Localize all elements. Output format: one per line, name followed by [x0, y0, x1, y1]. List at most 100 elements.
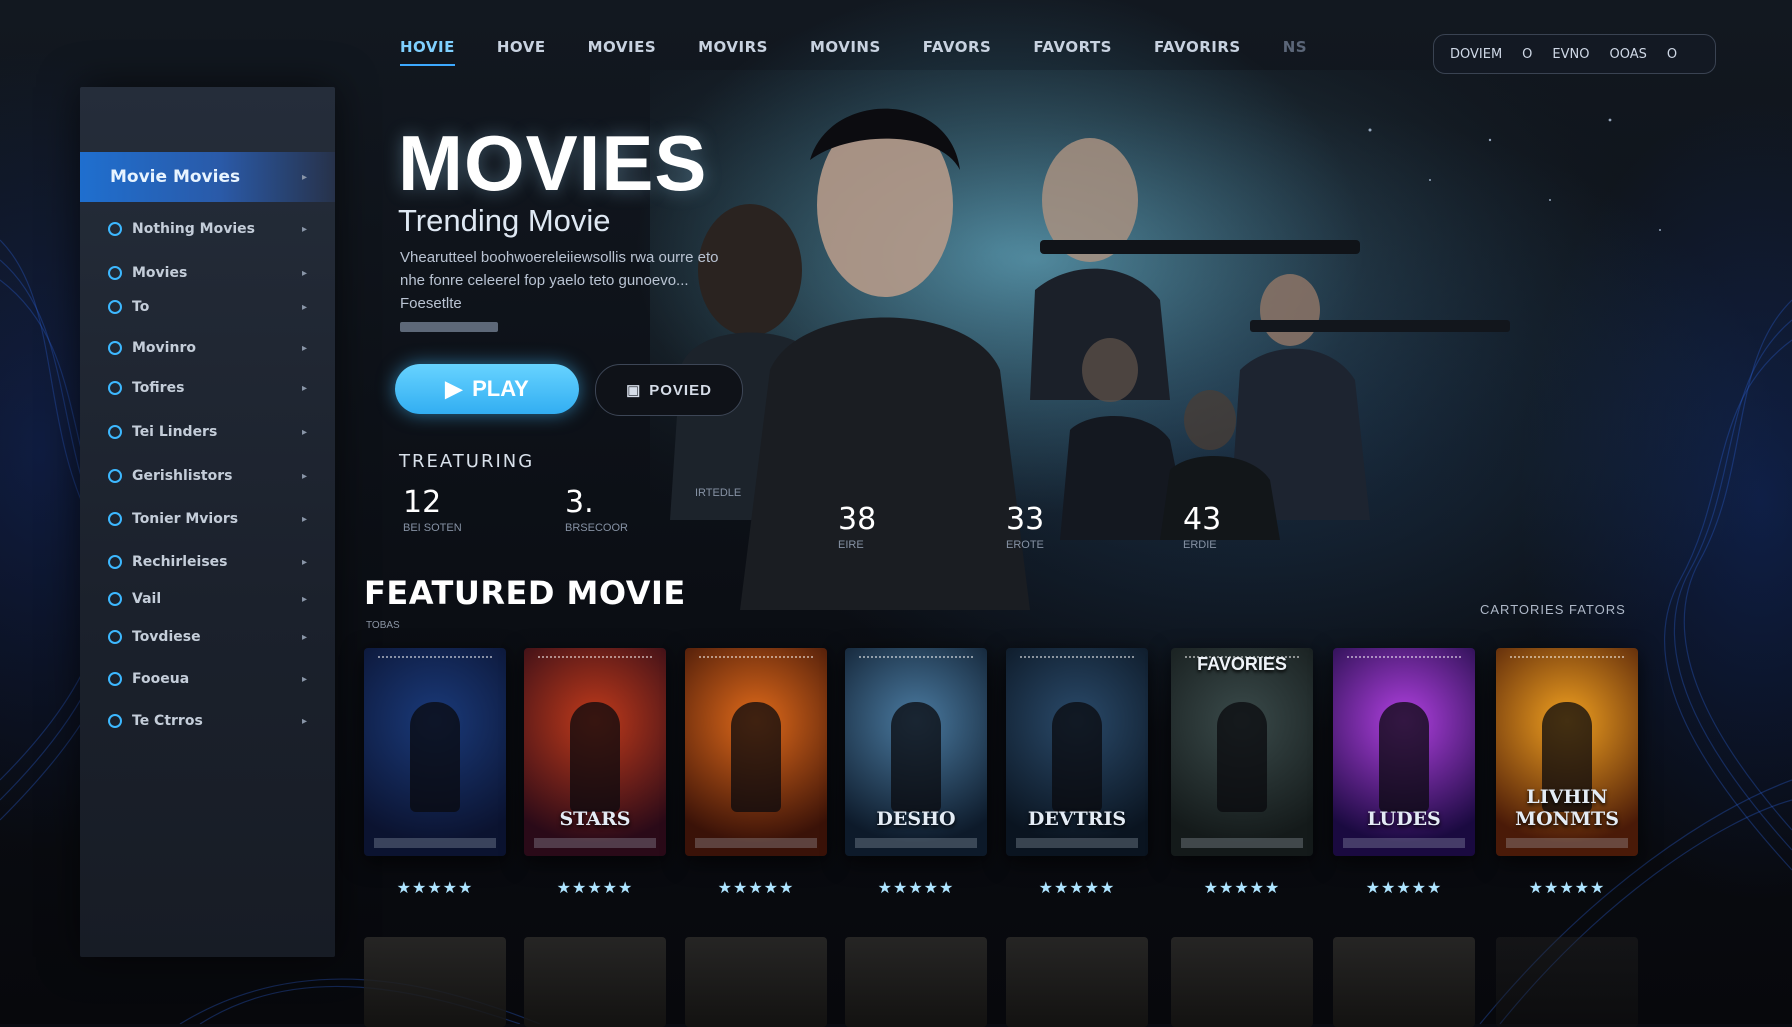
stat-value: 38	[838, 502, 877, 537]
play-button[interactable]: ▶ PLAY	[395, 364, 579, 414]
sidebar-item-label: Te Ctrros	[132, 713, 203, 729]
movie-card-8[interactable]: LIVHIN MONMTS	[1496, 648, 1638, 856]
top-right-item-5[interactable]: O	[1667, 47, 1677, 62]
poster-credits-line	[859, 656, 973, 662]
rating-stars: ★★★★★	[1203, 880, 1281, 897]
nav-item-6[interactable]: FAVORS	[923, 38, 992, 66]
categories-link[interactable]: CARTORIES FATORS	[1480, 602, 1626, 617]
chevron-right-icon: ▸	[301, 382, 307, 394]
stat-3: IRTEDLE	[695, 485, 741, 499]
poster-credits-strip	[1343, 838, 1465, 848]
chevron-right-icon: ▸	[301, 513, 307, 525]
bottom-thumbnail-3[interactable]	[685, 937, 827, 1027]
bottom-thumbnail-5[interactable]	[1006, 937, 1148, 1027]
bottom-thumbnail-8[interactable]	[1496, 937, 1638, 1027]
stat-label: EROTE	[1006, 539, 1044, 551]
preview-button[interactable]: ▣ POVIED	[595, 364, 743, 416]
movie-card-5[interactable]: DEVTRIS	[1006, 648, 1148, 856]
sidebar-item-8[interactable]: Gerishlistors ▸	[80, 454, 335, 498]
nav-item-1[interactable]: HOVIE	[400, 38, 455, 66]
movie-card-6[interactable]: FAVORIES	[1171, 648, 1313, 856]
movie-card-3[interactable]	[685, 648, 827, 856]
chevron-right-icon: ▸	[301, 342, 307, 354]
poster-title: DEVTRIS	[1027, 808, 1127, 830]
sidebar-item-9[interactable]: Tonier Mviors ▸	[80, 497, 335, 541]
poster-credits-strip	[695, 838, 817, 848]
featured-subtitle: TOBAS	[366, 620, 400, 631]
chevron-right-icon: ▸	[301, 426, 307, 438]
hero-description: Vhearutteel boohwoereleiiewsollis rwa ou…	[400, 249, 719, 312]
circle-icon	[108, 341, 122, 355]
top-right-item-4[interactable]: OOAS	[1609, 47, 1646, 62]
sidebar-item-1[interactable]: Movie Movies ▸	[80, 152, 335, 202]
stat-label: BEI SOTEN	[403, 522, 462, 534]
rating-stars: ★★★★★	[1528, 880, 1606, 897]
sidebar-item-6[interactable]: Tofires ▸	[80, 366, 335, 410]
hero-subtitle: Trending Movie	[398, 203, 611, 238]
top-right-item-3[interactable]: EVNO	[1552, 47, 1589, 62]
hero-progress-bar	[400, 322, 498, 332]
stat-value: 33	[1006, 502, 1045, 537]
top-right-item-1[interactable]: DOVIEM	[1450, 47, 1502, 62]
poster-title: DESHO	[876, 808, 956, 830]
chevron-right-icon: ▸	[301, 593, 307, 605]
sidebar-item-13[interactable]: Fooeua ▸	[80, 657, 335, 701]
play-icon: ▶	[445, 376, 463, 401]
poster-credits-strip	[1181, 838, 1303, 848]
sidebar-item-5[interactable]: Movinro ▸	[80, 326, 335, 370]
nav-item-5[interactable]: MOVINS	[810, 38, 881, 66]
stat-4: 38 EIRE	[838, 502, 876, 551]
rating-stars: ★★★★★	[877, 880, 955, 897]
circle-icon	[108, 381, 122, 395]
sidebar-item-12[interactable]: Tovdiese ▸	[80, 615, 335, 659]
movie-card-2[interactable]: STARS	[524, 648, 666, 856]
chevron-right-icon: ▸	[301, 171, 307, 183]
nav-item-9[interactable]: NS	[1283, 38, 1307, 66]
poster-figure	[891, 702, 941, 812]
bottom-thumbnail-7[interactable]	[1333, 937, 1475, 1027]
chevron-right-icon: ▸	[301, 267, 307, 279]
nav-item-7[interactable]: FAVORTS	[1033, 38, 1112, 66]
circle-icon	[108, 266, 122, 280]
featured-title: FEATURED MOVIE	[364, 574, 686, 612]
chevron-right-icon: ▸	[301, 301, 307, 313]
poster-credits-strip	[855, 838, 977, 848]
circle-icon	[108, 222, 122, 236]
chevron-right-icon: ▸	[301, 556, 307, 568]
rating-stars: ★★★★★	[717, 880, 795, 897]
top-right-item-2[interactable]: O	[1522, 47, 1532, 62]
sidebar-item-4[interactable]: To ▸	[80, 285, 335, 329]
movie-card-7[interactable]: LUDES	[1333, 648, 1475, 856]
nav-item-8[interactable]: FAVORIRS	[1154, 38, 1241, 66]
nav-item-3[interactable]: MOVIES	[588, 38, 657, 66]
bottom-thumbnail-4[interactable]	[845, 937, 987, 1027]
rating-stars: ★★★★★	[556, 880, 634, 897]
circle-icon	[108, 300, 122, 314]
poster-figure	[731, 702, 781, 812]
chevron-right-icon: ▸	[301, 223, 307, 235]
sidebar-item-label: Gerishlistors	[132, 468, 233, 484]
nav-item-4[interactable]: MOVIRS	[698, 38, 768, 66]
stat-value: 43	[1183, 502, 1222, 537]
hero-title: MOVIES	[398, 119, 708, 207]
poster-credits-strip	[1506, 838, 1628, 848]
sidebar-item-label: Tofires	[132, 380, 185, 396]
stat-label: IRTEDLE	[695, 487, 742, 499]
nav-item-2[interactable]: HOVE	[497, 38, 546, 66]
movie-card-1[interactable]	[364, 648, 506, 856]
bottom-thumbnail-6[interactable]	[1171, 937, 1313, 1027]
bottom-thumbnail-2[interactable]	[524, 937, 666, 1027]
rating-stars: ★★★★★	[1038, 880, 1116, 897]
sidebar-item-2[interactable]: Nothing Movies ▸	[80, 207, 335, 251]
film-icon: ▣	[626, 382, 642, 399]
sidebar-item-14[interactable]: Te Ctrros ▸	[80, 699, 335, 743]
sidebar-item-7[interactable]: Tei Linders ▸	[80, 410, 335, 454]
poster-figure	[1379, 702, 1429, 812]
featuring-label: TREATURING	[399, 451, 535, 472]
top-right-controls[interactable]: DOVIEM O EVNO OOAS O	[1433, 34, 1716, 74]
bottom-thumbnail-1[interactable]	[364, 937, 506, 1027]
poster-figure	[570, 702, 620, 812]
circle-icon	[108, 592, 122, 606]
movie-card-4[interactable]: DESHO	[845, 648, 987, 856]
chevron-right-icon: ▸	[301, 631, 307, 643]
